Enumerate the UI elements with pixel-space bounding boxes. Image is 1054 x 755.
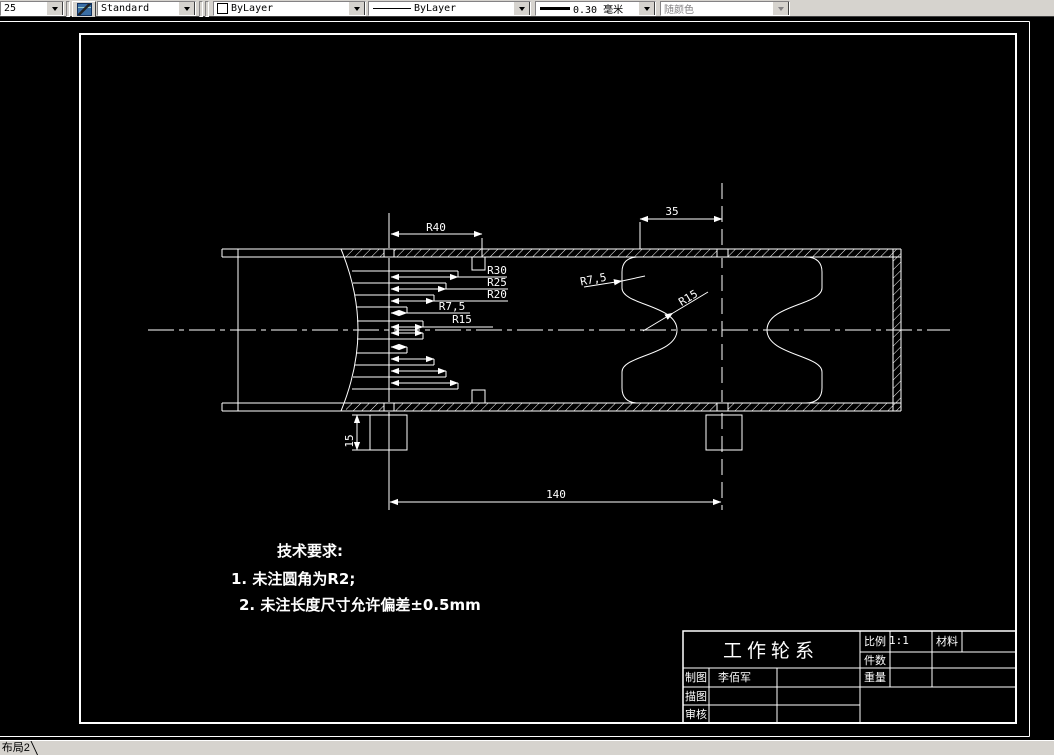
dim-r20-label: R20 <box>487 288 507 301</box>
title-block-title: 工作轮系 <box>723 640 819 662</box>
color-swatch-icon <box>217 3 228 14</box>
linetype-value: ByLayer <box>414 3 457 14</box>
plotstyle-value: 随颜色 <box>664 5 694 16</box>
color-combo[interactable]: ByLayer <box>213 1 366 16</box>
layer-combo-value: 25 <box>4 3 17 14</box>
lineweight-value: 0.30 毫米 <box>573 5 624 16</box>
checked-label: 审核 <box>685 707 707 721</box>
weight-label: 重量 <box>864 670 886 684</box>
linetype-sample-icon <box>373 8 411 9</box>
traced-label: 描图 <box>685 689 707 703</box>
chevron-down-icon <box>777 6 784 11</box>
dim-r7-5-label: R7,5 <box>439 300 466 313</box>
tab-layout2-label: 布局2 <box>1 742 30 754</box>
drawn-by-value: 李佰军 <box>718 670 751 684</box>
dim-groove-r15-label: R15 <box>676 287 700 308</box>
drawing-canvas[interactable]: R40 R30 R25 R20 R7,5 R15 35 140 15 R7,5 … <box>0 17 1054 740</box>
paper-edge <box>0 21 1030 737</box>
material-label: 材料 <box>936 634 958 648</box>
toolbar-separator <box>205 1 209 17</box>
tech-requirements-item2: 2. 未注长度尺寸允许偏差±0.5mm <box>239 596 481 614</box>
dim-r40-label: R40 <box>426 221 446 234</box>
dim-140-label: 140 <box>546 488 566 501</box>
chevron-down-icon <box>51 6 58 11</box>
plotstyle-arrow <box>772 2 789 15</box>
toolbar-separator <box>199 1 203 17</box>
tech-requirements: 技术要求: 1. 未注圆角为R2; 2. 未注长度尺寸允许偏差±0.5mm <box>231 542 481 614</box>
lineweight-arrow[interactable] <box>638 2 655 15</box>
match-properties-icon <box>76 3 92 16</box>
layout-tab-bar: 布局2 <box>0 740 1054 755</box>
layer-combo[interactable]: 25 <box>0 1 64 16</box>
object-properties-toolbar: 25 Standard ByLayer ByLayer 0.30 毫米 随颜色 <box>0 0 1054 18</box>
dimension-lines <box>352 215 723 506</box>
drawn-label: 制图 <box>685 671 707 684</box>
plotstyle-combo: 随颜色 <box>660 1 790 16</box>
text-style-arrow[interactable] <box>178 2 195 15</box>
dim-groove-r7-5-label: R7,5 <box>579 271 607 289</box>
dim-r15-label: R15 <box>452 313 472 326</box>
color-arrow[interactable] <box>348 2 365 15</box>
cad-drawing: R40 R30 R25 R20 R7,5 R15 35 140 15 R7,5 … <box>0 21 1030 737</box>
tech-requirements-heading: 技术要求: <box>277 542 343 560</box>
match-properties-button[interactable] <box>72 1 96 18</box>
linetype-arrow[interactable] <box>513 2 530 15</box>
tech-requirements-item1: 1. 未注圆角为R2; <box>231 570 355 588</box>
layer-combo-arrow[interactable] <box>46 2 63 15</box>
dim-35-label: 35 <box>665 205 678 218</box>
chevron-down-icon <box>353 6 360 11</box>
linetype-combo[interactable]: ByLayer <box>368 1 531 16</box>
drawing-frame <box>79 33 1017 724</box>
text-style-combo[interactable]: Standard <box>97 1 196 16</box>
lineweight-combo[interactable]: 0.30 毫米 <box>535 1 656 16</box>
title-block: 工作轮系 比例 1:1 材料 件数 重量 制图 李佰军 描图 审核 <box>682 630 1017 724</box>
qty-label: 件数 <box>864 654 886 667</box>
lineweight-sample-icon <box>540 7 570 10</box>
chevron-down-icon <box>183 6 190 11</box>
drawing-geometry <box>148 183 950 510</box>
color-value: ByLayer <box>231 3 274 14</box>
text-style-value: Standard <box>101 3 150 14</box>
tab-layout2[interactable]: 布局2 <box>0 741 39 755</box>
chevron-down-icon <box>518 6 525 11</box>
dim-15-label: 15 <box>343 434 356 447</box>
chevron-down-icon <box>643 6 650 11</box>
toolbar-separator <box>66 1 70 17</box>
scale-label: 比例 <box>864 634 886 648</box>
scale-value: 1:1 <box>889 634 909 647</box>
